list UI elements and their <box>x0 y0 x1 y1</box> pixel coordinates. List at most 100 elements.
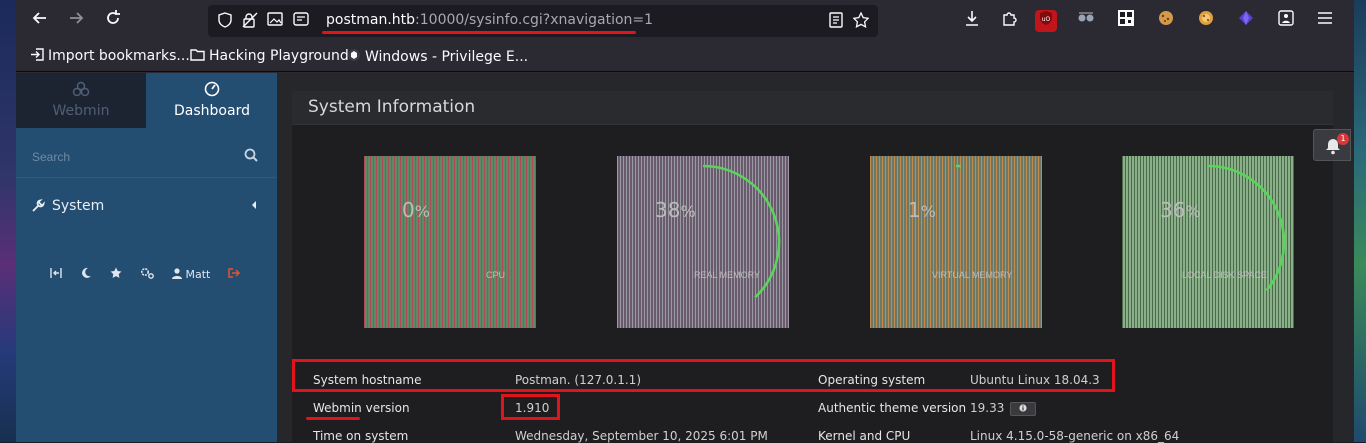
gauge-label: LOCAL DISK SPACE <box>1182 270 1267 280</box>
bookmark-import[interactable]: Import bookmarks... <box>30 48 190 64</box>
gauge-label: CPU <box>486 270 505 280</box>
logout-icon[interactable] <box>228 267 240 283</box>
notifications-button[interactable]: 1 <box>1313 129 1351 161</box>
bookmark-hacking-playground[interactable]: Hacking Playground <box>190 48 349 64</box>
tab-dashboard[interactable]: Dashboard <box>147 73 277 128</box>
insecure-lock-icon[interactable] <box>241 12 259 30</box>
browser-toolbar: postman.htb:10000/sysinfo.cgi?xnavigatio… <box>16 0 1354 42</box>
kernel-value: Linux 4.15.0-58-generic on x86_64 <box>970 429 1179 443</box>
webmin-sidebar: Webmin Dashboard System <box>16 73 277 442</box>
gauge-value: 38 <box>655 198 680 222</box>
tab-label: Dashboard <box>147 103 277 119</box>
svg-text:uO: uO <box>1042 16 1051 23</box>
sidebar-item-system[interactable]: System <box>16 195 277 219</box>
gauge-arc <box>617 156 789 328</box>
sidebar-item-label: System <box>52 198 104 214</box>
folder-icon <box>190 48 205 61</box>
page-title: System Information <box>308 97 475 117</box>
gauge-value: 1 <box>908 198 921 222</box>
sidebar-search <box>16 137 277 177</box>
arrow-right-icon <box>67 9 85 27</box>
container-extension-icon[interactable] <box>1275 10 1297 32</box>
tab-webmin[interactable]: Webmin <box>16 73 146 128</box>
qr-code-icon[interactable] <box>1115 10 1137 32</box>
site-icon <box>347 48 361 62</box>
gauge-percent: 36% <box>1160 198 1201 222</box>
bookmark-label: Import bookmarks... <box>48 48 190 64</box>
gauge-label: VIRTUAL MEMORY <box>932 270 1012 280</box>
bookmark-label: Hacking Playground <box>209 48 349 64</box>
forward-button[interactable] <box>64 9 88 33</box>
gauge-cpu: 0% CPU <box>364 156 536 328</box>
gauge-value: 0 <box>402 198 415 222</box>
gauge-arc <box>364 156 536 328</box>
notification-count-badge: 1 <box>1337 133 1349 145</box>
tab-label: Webmin <box>16 103 146 119</box>
user-account-link[interactable]: Matt <box>172 267 210 283</box>
arrow-left-icon <box>31 9 49 27</box>
gauge-arc <box>870 156 1042 328</box>
gauge-percent: 38% <box>655 198 696 222</box>
collapse-sidebar-icon[interactable] <box>50 267 62 283</box>
user-icon <box>172 268 182 279</box>
url-host: postman.htb <box>326 12 415 28</box>
os-value: Ubuntu Linux 18.04.3 <box>970 373 1100 387</box>
import-icon <box>30 48 44 61</box>
info-icon <box>1019 404 1027 412</box>
os-label: Operating system <box>818 373 925 387</box>
theme-info-button[interactable] <box>1010 402 1036 416</box>
search-input[interactable] <box>32 147 232 167</box>
page-info-icon[interactable] <box>292 12 310 30</box>
shield-icon[interactable] <box>216 12 234 30</box>
gauge-arc <box>1122 156 1294 328</box>
caret-left-icon <box>252 201 256 209</box>
gauge-real-memory: 38% REAL MEMORY <box>617 156 789 328</box>
night-mode-moon-icon[interactable] <box>80 267 92 283</box>
image-permission-icon[interactable] <box>266 12 284 30</box>
sidebar-footer: Matt <box>50 267 250 283</box>
wrench-icon <box>31 199 45 213</box>
theme-config-gears-icon[interactable] <box>140 267 154 283</box>
url-annotation-underline <box>322 31 636 34</box>
reload-icon <box>104 9 122 27</box>
user-name: Matt <box>186 268 211 281</box>
cookie-editor-icon[interactable] <box>1195 10 1217 32</box>
gauge-local-disk-space: 36% LOCAL DISK SPACE <box>1122 156 1294 328</box>
cookie-icon[interactable] <box>1155 10 1177 32</box>
system-info-table: System hostname Postman. (127.0.1.1) Ope… <box>292 359 1333 442</box>
dashboard-gauge-icon <box>147 81 277 99</box>
main-panel: System Information 0% CPU 38% REAL MEMOR… <box>292 91 1333 442</box>
back-button[interactable] <box>28 9 52 33</box>
hostname-value: Postman. (127.0.1.1) <box>515 373 641 387</box>
gem-extension-icon[interactable] <box>1235 10 1257 32</box>
panel-header: System Information <box>292 91 1333 125</box>
bookmarks-toolbar: Import bookmarks... Hacking Playground W… <box>16 42 1354 72</box>
favorites-star-icon[interactable] <box>110 267 122 283</box>
extensions-puzzle-icon[interactable] <box>998 10 1020 32</box>
url-text[interactable]: postman.htb:10000/sysinfo.cgi?xnavigatio… <box>326 12 653 28</box>
bookmark-star-icon[interactable] <box>852 12 870 30</box>
gauge-value: 36 <box>1160 198 1185 222</box>
gauge-percent: 1% <box>908 198 936 222</box>
search-icon[interactable] <box>244 148 258 162</box>
hostname-label: System hostname <box>313 373 422 387</box>
bookmark-windows-privilege[interactable]: Windows - Privilege E... <box>347 48 528 65</box>
webmin-label-annotation-underline <box>306 417 360 420</box>
theme-version-value: 19.33 <box>970 401 1004 415</box>
divider <box>16 177 277 178</box>
webmin-version-value: 1.910 <box>515 401 549 415</box>
desktop-background-right <box>1354 0 1366 442</box>
webmin-version-label: Webmin version <box>313 401 410 415</box>
gauge-label: REAL MEMORY <box>694 270 760 280</box>
page-content: Webmin Dashboard System <box>16 73 1354 442</box>
bookmark-label: Windows - Privilege E... <box>365 49 528 65</box>
webmin-logo-icon <box>16 81 146 99</box>
reload-button[interactable] <box>101 9 125 33</box>
hamburger-menu-icon[interactable] <box>1314 10 1336 32</box>
kernel-label: Kernel and CPU <box>818 429 910 443</box>
spy-glasses-icon[interactable] <box>1075 10 1097 32</box>
gauge-percent: 0% <box>402 198 430 222</box>
ublock-origin-icon[interactable]: uO <box>1035 10 1057 32</box>
reader-view-icon[interactable] <box>827 12 845 30</box>
downloads-icon[interactable] <box>961 10 983 32</box>
